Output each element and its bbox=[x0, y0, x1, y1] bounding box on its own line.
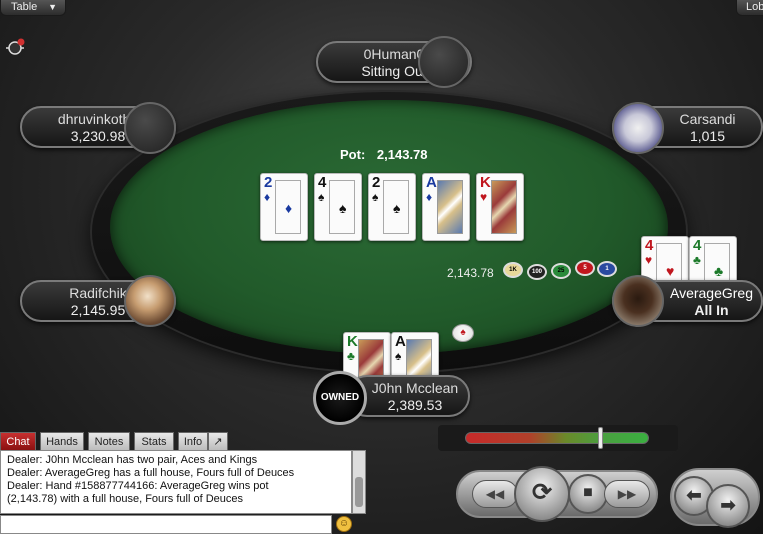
table-menu-label: Table bbox=[11, 1, 38, 13]
tab-chat[interactable]: Chat bbox=[0, 432, 36, 450]
bug-report-icon[interactable] bbox=[6, 38, 26, 56]
stop-button[interactable]: ■ bbox=[568, 474, 608, 514]
card-pip-icon: ♣ bbox=[714, 263, 724, 279]
timebank-bar bbox=[465, 432, 649, 444]
card-pip-icon: ♦ bbox=[285, 200, 293, 216]
chat-line: Dealer: AverageGreg has a full house, Fo… bbox=[7, 467, 295, 479]
card-rank: A bbox=[426, 174, 437, 191]
card-rank: K bbox=[480, 174, 491, 191]
tab-notes[interactable]: Notes bbox=[88, 432, 130, 450]
chevron-down-icon: ▼ bbox=[48, 2, 57, 12]
lobby-menu[interactable]: Lobby bbox=[736, 0, 763, 16]
board-card: 2 ♦ ♦ bbox=[260, 173, 308, 241]
rewind-button[interactable]: ◀◀ bbox=[472, 480, 518, 508]
chat-scrollbar[interactable] bbox=[352, 450, 366, 514]
card-pip-icon: ♠ bbox=[339, 200, 347, 216]
owned-badge-avatar: OWNED bbox=[313, 371, 367, 425]
card-suit-icon: ♠ bbox=[318, 190, 325, 204]
chat-input[interactable] bbox=[0, 515, 332, 534]
card-rank: A bbox=[395, 333, 406, 350]
board-card: K ♥ bbox=[476, 173, 524, 241]
popout-icon[interactable]: ↗ bbox=[208, 432, 228, 450]
avatar bbox=[612, 275, 664, 327]
card-suit-icon: ♣ bbox=[693, 253, 701, 267]
card-suit-icon: ♠ bbox=[395, 349, 402, 363]
board-card: A ♦ bbox=[422, 173, 470, 241]
table-menu[interactable]: Table ▼ bbox=[0, 0, 66, 16]
card-face-art bbox=[491, 180, 517, 234]
card-rank: 2 bbox=[372, 174, 381, 191]
card-rank: 2 bbox=[264, 174, 273, 191]
hand-navigation: ⬅ ➡ bbox=[670, 468, 760, 528]
scrollbar-thumb[interactable] bbox=[355, 477, 363, 507]
card-rank: 4 bbox=[645, 237, 654, 254]
card-pip-icon: ♥ bbox=[666, 263, 675, 279]
avatar bbox=[418, 36, 470, 88]
dealer-button: ♠ bbox=[452, 324, 474, 342]
replay-button[interactable]: ⟳ bbox=[514, 466, 570, 522]
bet-amount: 2,143.78 bbox=[447, 266, 494, 280]
avatar bbox=[124, 102, 176, 154]
card-suit-icon: ♦ bbox=[264, 190, 271, 204]
avatar bbox=[612, 102, 664, 154]
chat-log: Dealer: J0hn Mcclean has two pair, Aces … bbox=[0, 450, 352, 514]
card-suit-icon: ♥ bbox=[480, 190, 488, 204]
emoticon-icon[interactable]: ☺ bbox=[336, 516, 352, 532]
chat-line: Dealer: Hand #158877744166: AverageGreg … bbox=[7, 480, 269, 492]
card-suit-icon: ♥ bbox=[645, 253, 653, 267]
card-rank: 4 bbox=[693, 237, 702, 254]
replay-controls: ◀◀ ⟳ ■ ▶▶ bbox=[456, 466, 658, 522]
board-card: 2 ♠ ♠ bbox=[368, 173, 416, 241]
tab-hands[interactable]: Hands bbox=[40, 432, 84, 450]
chat-line: (2,143.78) with a full house, Fours full… bbox=[7, 493, 244, 505]
lobby-menu-label: Lobby bbox=[746, 1, 763, 13]
tab-stats[interactable]: Stats bbox=[134, 432, 174, 450]
tab-info[interactable]: Info bbox=[178, 432, 208, 450]
card-rank: 4 bbox=[318, 174, 327, 191]
avatar bbox=[124, 275, 176, 327]
card-pip-icon: ♠ bbox=[393, 200, 401, 216]
chip: 1 bbox=[597, 261, 617, 277]
board-card: 4 ♠ ♠ bbox=[314, 173, 362, 241]
pot-label: Pot: bbox=[340, 147, 366, 162]
chat-line: Dealer: J0hn Mcclean has two pair, Aces … bbox=[7, 454, 258, 466]
timebank-slider[interactable] bbox=[598, 427, 603, 449]
chip: 100 bbox=[527, 264, 547, 280]
chip: 5 bbox=[575, 260, 595, 276]
card-rank: K bbox=[347, 333, 358, 350]
next-hand-button[interactable]: ➡ bbox=[706, 484, 750, 528]
card-suit-icon: ♠ bbox=[372, 190, 379, 204]
pot-amount: 2,143.78 bbox=[376, 147, 428, 162]
chip: 1K bbox=[503, 262, 523, 278]
card-face-art bbox=[437, 180, 463, 234]
fast-forward-button[interactable]: ▶▶ bbox=[604, 480, 650, 508]
pot-display: Pot: 2,143.78 bbox=[340, 147, 428, 162]
card-suit-icon: ♦ bbox=[426, 190, 433, 204]
card-suit-icon: ♣ bbox=[347, 349, 355, 363]
chip: 25 bbox=[551, 263, 571, 279]
